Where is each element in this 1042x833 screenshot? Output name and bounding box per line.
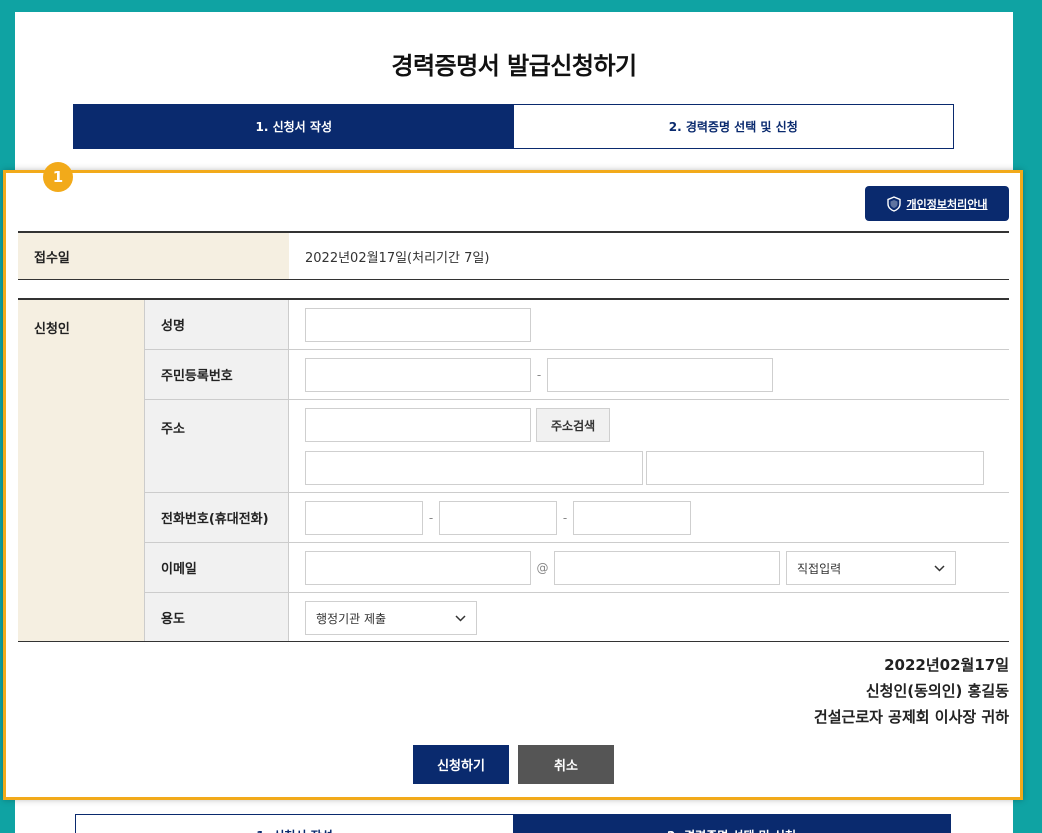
- address-label: 주소: [145, 400, 289, 492]
- step-1-tab-bottom[interactable]: 1. 신청서 작성: [76, 815, 513, 833]
- chevron-down-icon: [455, 614, 466, 622]
- chevron-down-icon: [934, 564, 945, 572]
- phone-separator-2: -: [562, 511, 568, 525]
- form-actions: 신청하기 취소: [413, 745, 614, 784]
- page-title: 경력증명서 발급신청하기: [391, 52, 637, 80]
- received-date-label: 접수일: [18, 233, 289, 279]
- email-at-sign: @: [536, 561, 549, 575]
- step-indicator-bottom: 1. 신청서 작성 2. 경력증명 선택 및 신청: [75, 814, 951, 833]
- purpose-select-value: 행정기관 제출: [316, 611, 387, 626]
- address-search-button[interactable]: 주소검색: [536, 408, 611, 442]
- phone-part1-input[interactable]: [305, 501, 423, 535]
- phone-label: 전화번호(휴대전화): [145, 493, 289, 542]
- privacy-info-label: 개인정보처리안내: [906, 197, 988, 211]
- email-label: 이메일: [145, 543, 289, 592]
- name-label: 성명: [145, 300, 289, 349]
- purpose-label: 용도: [145, 593, 289, 641]
- applicant-section: 신청인 성명 주민등록번호 - 주소 주소검색 전화번호(휴대전화) - - 이…: [18, 298, 1009, 642]
- resident-number-back-input[interactable]: [547, 358, 773, 392]
- email-row: 이메일 @ 직접입력: [145, 543, 1009, 593]
- resident-number-label: 주민등록번호: [145, 350, 289, 399]
- received-date-row: 접수일 2022년02월17일(처리기간 7일): [18, 231, 1009, 280]
- email-domain-select[interactable]: 직접입력: [786, 551, 956, 585]
- name-row: 성명: [145, 300, 1009, 350]
- signature-recipient: 건설근로자 공제회 이사장 귀하: [813, 708, 1009, 726]
- purpose-row: 용도 행정기관 제출: [145, 593, 1009, 641]
- address-row: 주소 주소검색: [145, 400, 1009, 493]
- email-domain-select-value: 직접입력: [797, 561, 842, 576]
- email-id-input[interactable]: [305, 551, 531, 585]
- received-date-value: 2022년02월17일(처리기간 7일): [305, 250, 490, 266]
- signature-block: 2022년02월17일 신청인(동의인) 홍길동 건설근로자 공제회 이사장 귀…: [814, 652, 1009, 730]
- step-1-tab[interactable]: 1. 신청서 작성: [74, 105, 514, 148]
- signature-date: 2022년02월17일: [884, 656, 1009, 674]
- address-detail-input[interactable]: [646, 451, 984, 485]
- name-input[interactable]: [305, 308, 531, 342]
- step-indicator: 1. 신청서 작성 2. 경력증명 선택 및 신청: [73, 104, 954, 149]
- step-badge: 1: [43, 162, 73, 192]
- applicant-label: 신청인: [18, 300, 145, 641]
- postal-code-input[interactable]: [305, 408, 531, 442]
- phone-row: 전화번호(휴대전화) - -: [145, 493, 1009, 543]
- resident-number-front-input[interactable]: [305, 358, 531, 392]
- step-2-tab-bottom[interactable]: 2. 경력증명 선택 및 신청: [513, 815, 950, 833]
- signature-applicant: 신청인(동의인) 홍길동: [865, 682, 1009, 700]
- submit-button[interactable]: 신청하기: [413, 745, 509, 784]
- cancel-button[interactable]: 취소: [518, 745, 614, 784]
- purpose-select[interactable]: 행정기관 제출: [305, 601, 477, 635]
- phone-part3-input[interactable]: [573, 501, 691, 535]
- shield-icon: [886, 195, 901, 212]
- resident-number-row: 주민등록번호 -: [145, 350, 1009, 400]
- email-domain-input[interactable]: [554, 551, 780, 585]
- step-2-tab[interactable]: 2. 경력증명 선택 및 신청: [513, 105, 953, 148]
- phone-separator-1: -: [428, 511, 434, 525]
- resident-number-separator: -: [536, 368, 542, 382]
- phone-part2-input[interactable]: [439, 501, 557, 535]
- privacy-info-button[interactable]: 개인정보처리안내: [865, 186, 1009, 221]
- address-main-input[interactable]: [305, 451, 643, 485]
